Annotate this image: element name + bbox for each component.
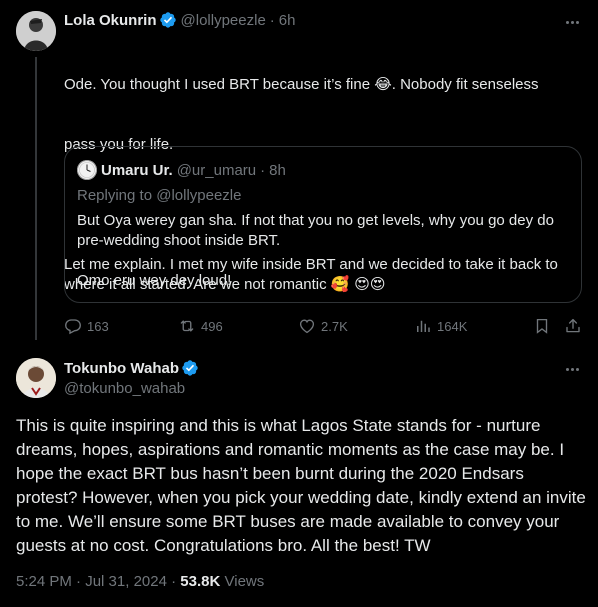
- quoted-author-handle[interactable]: @ur_umaru: [177, 162, 256, 179]
- main-tweet-time[interactable]: 5:24 PM: [16, 573, 72, 590]
- bookmark-button[interactable]: [533, 316, 551, 336]
- main-view-count: 53.8K: [180, 573, 221, 590]
- views-button[interactable]: 164K: [414, 316, 467, 336]
- reply-icon: [65, 319, 81, 335]
- umaru-avatar[interactable]: [77, 160, 97, 180]
- main-tweet-handle-row: @tokunbo_wahab: [64, 380, 185, 397]
- main-author-name[interactable]: Tokunbo Wahab: [64, 360, 179, 377]
- bookmark-icon: [536, 318, 548, 334]
- parent-tweet-header: Lola Okunrin @lollypeezle · 6h: [64, 11, 295, 29]
- quoted-header-separator: ·: [260, 161, 266, 179]
- share-icon: [566, 318, 580, 333]
- meta-separator-2: ·: [171, 573, 177, 590]
- repost-icon: [180, 320, 194, 332]
- tokunbo-wahab-avatar[interactable]: [16, 358, 56, 398]
- reply-count: 163: [87, 318, 109, 334]
- main-tweet-meta: 5:24 PM · Jul 31, 2024 · 53.8K Views: [16, 573, 264, 590]
- repost-button[interactable]: 496: [178, 316, 223, 336]
- main-tweet-date[interactable]: Jul 31, 2024: [85, 573, 167, 590]
- verified-badge-icon: [182, 360, 198, 376]
- parent-author-handle[interactable]: @lollypeezle: [181, 12, 266, 29]
- analytics-bars-icon: [417, 320, 430, 332]
- clock-face-icon: [77, 160, 97, 180]
- quoted-author-name[interactable]: Umaru Ur.: [101, 162, 173, 179]
- person-silhouette-icon: [16, 11, 56, 51]
- main-more-options-icon[interactable]: [562, 359, 582, 379]
- reply-button[interactable]: 163: [64, 316, 109, 336]
- quoted-tweet-time[interactable]: 8h: [269, 162, 286, 179]
- view-count: 164K: [437, 318, 468, 334]
- person-photo-icon: [16, 358, 56, 398]
- quoted-tweet-card[interactable]: Umaru Ur. @ur_umaru · 8h Replying to @lo…: [64, 146, 582, 303]
- replying-to-label: Replying to @lollypeezle: [77, 187, 242, 204]
- main-tweet-author-name-row: Tokunbo Wahab: [64, 359, 203, 377]
- thread-connector-line: [35, 57, 37, 340]
- quoted-tweet-header: Umaru Ur. @ur_umaru · 8h: [77, 160, 286, 180]
- parent-text-line1: Ode. You thought I used BRT because it’s…: [64, 76, 375, 93]
- laughing-emoji: 😂: [374, 75, 392, 93]
- meta-separator-1: ·: [76, 573, 82, 590]
- parent-more-options-icon[interactable]: [562, 12, 582, 32]
- like-button[interactable]: 2.7K: [298, 316, 348, 336]
- main-views-label: Views: [224, 573, 265, 590]
- main-author-handle[interactable]: @tokunbo_wahab: [64, 380, 185, 397]
- repost-count: 496: [201, 318, 223, 334]
- share-button[interactable]: [564, 316, 582, 336]
- lola-okunrin-avatar[interactable]: [16, 11, 56, 51]
- parent-text-line1b: . Nobody fit senseless: [391, 76, 539, 93]
- quoted-tweet-body: But Oya werey gan sha. If not that you n…: [77, 212, 554, 289]
- parent-tweet-time[interactable]: 6h: [279, 12, 296, 29]
- main-tweet-text: This is quite inspiring and this is what…: [16, 416, 586, 555]
- parent-author-name[interactable]: Lola Okunrin: [64, 12, 157, 29]
- verified-badge-icon: [159, 12, 176, 28]
- like-count: 2.7K: [321, 318, 348, 334]
- heart-icon: [299, 319, 315, 334]
- tweet-action-bar: 163 496 2.7K 164K: [64, 316, 584, 336]
- header-separator: ·: [269, 11, 275, 29]
